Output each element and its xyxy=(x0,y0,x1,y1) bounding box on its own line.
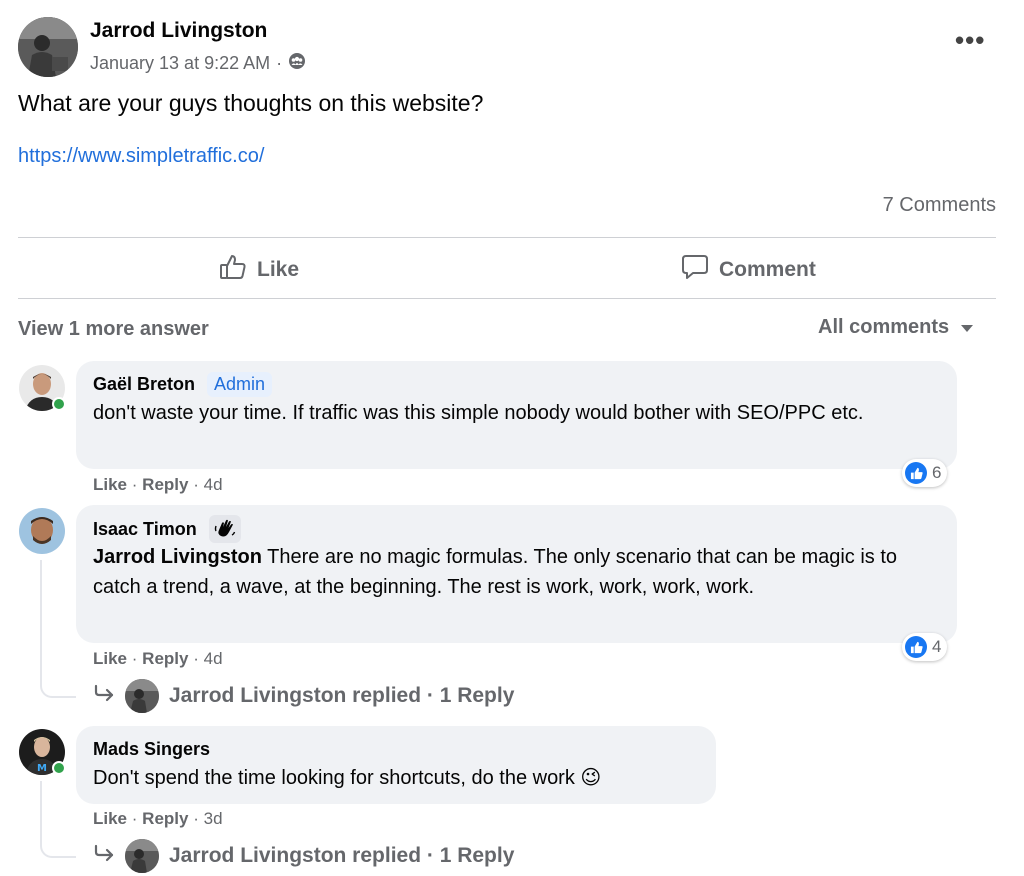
like-reaction-icon xyxy=(905,462,927,484)
reply-arrow-icon xyxy=(93,684,115,708)
post-timestamp[interactable]: January 13 at 9:22 AM xyxy=(90,53,270,74)
divider-bottom xyxy=(18,298,996,299)
action-separator: · xyxy=(131,649,138,668)
comments-count[interactable]: 7 Comments xyxy=(883,194,996,217)
like-reaction-icon xyxy=(905,636,927,658)
action-separator: · xyxy=(131,475,138,494)
post-meta: January 13 at 9:22 AM · xyxy=(90,52,306,75)
comment-bubble: Gaël Breton Admin don't waste your time.… xyxy=(76,361,957,469)
group-audience-icon xyxy=(288,52,306,75)
comment-reply-link[interactable]: Reply xyxy=(142,475,188,494)
comment-bubble-icon xyxy=(681,253,709,287)
reply-arrow-icon xyxy=(93,844,115,868)
comment-age[interactable]: 4d xyxy=(204,649,223,668)
waving-hand-icon xyxy=(208,515,241,543)
comment-button-label: Comment xyxy=(719,258,816,281)
comment-like-link[interactable]: Like xyxy=(93,649,127,668)
thread-connector xyxy=(40,560,76,698)
caret-down-icon xyxy=(961,316,974,339)
view-replies-link[interactable]: Jarrod Livingston replied · 1 Reply xyxy=(93,839,514,873)
comment-reply-link[interactable]: Reply xyxy=(142,649,188,668)
reaction-count[interactable]: 6 xyxy=(902,459,948,487)
winking-face-icon: 😉 xyxy=(580,767,602,789)
comment-button[interactable]: Comment xyxy=(681,253,816,287)
commenter-avatar[interactable] xyxy=(19,508,65,554)
author-avatar[interactable] xyxy=(18,17,78,77)
comment-bubble: Mads Singers Don't spend the time lookin… xyxy=(76,726,716,804)
reaction-count[interactable]: 4 xyxy=(902,633,948,661)
thumbs-up-icon xyxy=(219,253,247,287)
like-button-label: Like xyxy=(257,258,300,281)
reaction-count-value: 4 xyxy=(932,637,942,656)
comment-actions: Like · Reply · 4d xyxy=(93,475,223,495)
comment-like-link[interactable]: Like xyxy=(93,475,127,494)
mention-link[interactable]: Jarrod Livingston xyxy=(93,546,262,568)
comment-age[interactable]: 4d xyxy=(204,475,223,494)
action-separator: · xyxy=(193,475,199,494)
view-more-answers-link[interactable]: View 1 more answer xyxy=(18,318,209,341)
reaction-count-value: 6 xyxy=(932,463,942,482)
comment-bubble: Isaac Timon Jarrod Livingston There are … xyxy=(76,505,957,643)
divider-top xyxy=(18,237,996,238)
replies-summary: Jarrod Livingston replied · 1 Reply xyxy=(169,844,515,867)
replier-avatar xyxy=(125,839,159,873)
comment-like-link[interactable]: Like xyxy=(93,809,127,828)
admin-badge: Admin xyxy=(207,372,273,397)
commenter-name[interactable]: Mads Singers xyxy=(93,739,210,759)
commenter-name[interactable]: Isaac Timon xyxy=(93,519,197,540)
meta-separator: · xyxy=(276,53,283,73)
action-separator: · xyxy=(193,809,199,828)
post-author-name[interactable]: Jarrod Livingston xyxy=(90,19,267,43)
comment-actions: Like · Reply · 4d xyxy=(93,649,223,669)
online-status-dot xyxy=(52,761,66,775)
more-options-icon[interactable]: ••• xyxy=(955,27,985,53)
post-text: What are your guys thoughts on this webs… xyxy=(18,90,484,116)
comment-text: Don't spend the time looking for shortcu… xyxy=(93,763,601,793)
action-separator: · xyxy=(131,809,138,828)
comment-text: don't waste your time. If traffic was th… xyxy=(93,402,864,424)
comment-sort-dropdown[interactable]: All comments xyxy=(818,316,974,339)
thread-connector xyxy=(40,781,76,858)
comment-body: Don't spend the time looking for shortcu… xyxy=(93,767,575,789)
commenter-name[interactable]: Gaël Breton xyxy=(93,374,195,395)
like-button[interactable]: Like xyxy=(219,253,299,287)
replies-summary: Jarrod Livingston replied · 1 Reply xyxy=(169,684,515,707)
comment-age[interactable]: 3d xyxy=(204,809,223,828)
action-separator: · xyxy=(193,649,199,668)
replier-avatar xyxy=(125,679,159,713)
comment-text: Jarrod Livingston There are no magic for… xyxy=(93,542,933,602)
view-replies-link[interactable]: Jarrod Livingston replied · 1 Reply xyxy=(93,679,514,713)
svg-text:M: M xyxy=(37,763,47,774)
comment-reply-link[interactable]: Reply xyxy=(142,809,188,828)
comment-actions: Like · Reply · 3d xyxy=(93,809,223,829)
post-link[interactable]: https://www.simpletraffic.co/ xyxy=(18,145,264,168)
comment-sort-label: All comments xyxy=(818,316,950,338)
online-status-dot xyxy=(52,397,66,411)
